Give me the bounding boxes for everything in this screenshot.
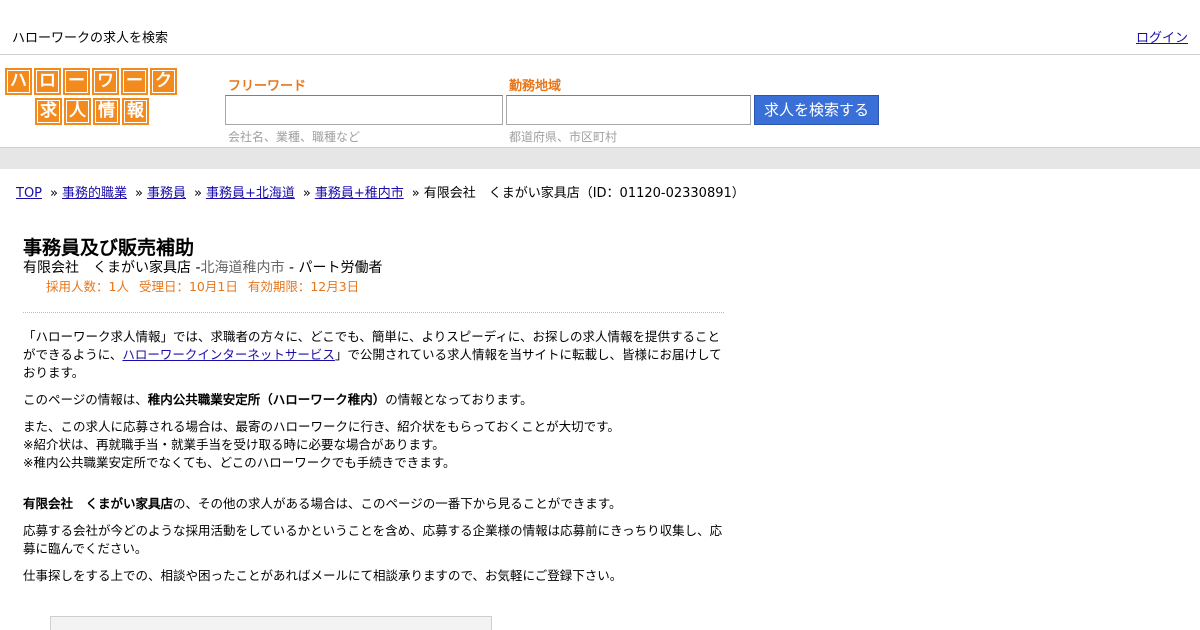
logo-tile: 求: [35, 98, 62, 125]
logo-tile: 人: [64, 98, 91, 125]
job-description: 「ハローワーク求人情報」では、求職者の方々に、どこでも、簡単に、よりスピーディに…: [23, 328, 723, 594]
site-tagline: ハローワークの求人を検索: [12, 31, 169, 46]
office-name: 稚内公共職業安定所（ハローワーク稚内）: [147, 392, 386, 407]
site-logo[interactable]: ハ ロ ー ワ ー ク 求 人 情 報: [5, 68, 181, 126]
header-divider-bar: [0, 147, 1200, 169]
employment-type: パート労働者: [298, 260, 383, 276]
details-table-box: [50, 616, 492, 630]
area-input[interactable]: [506, 95, 751, 125]
hire-count: 採用人数：1人: [46, 279, 129, 294]
top-bar: ハローワークの求人を検索 ログイン: [0, 0, 1200, 55]
breadcrumb-separator: »: [411, 186, 420, 201]
breadcrumb-link-city[interactable]: 事務員+稚内市: [315, 186, 404, 201]
logo-row-bottom: 求 人 情 報: [35, 98, 149, 125]
intro-paragraph: 「ハローワーク求人情報」では、求職者の方々に、どこでも、簡単に、よりスピーディに…: [23, 328, 723, 382]
job-location: 北海道稚内市: [200, 260, 285, 276]
breadcrumb-link-category[interactable]: 事務的職業: [62, 186, 127, 201]
job-subtitle: 有限会社 くまがい家具店 -北海道稚内市 - パート労働者: [23, 260, 383, 276]
area-label: 勤務地域: [509, 79, 562, 94]
logo-row-top: ハ ロ ー ワ ー ク: [5, 68, 177, 95]
content-divider: [23, 312, 724, 313]
breadcrumb-separator: »: [50, 186, 58, 201]
referral-note-1: ※紹介状は、再就職手当・就業手当を受け取る時に必要な場合があります。: [23, 437, 445, 452]
office-paragraph: このページの情報は、稚内公共職業安定所（ハローワーク稚内）の情報となっております…: [23, 391, 723, 409]
area-hint: 都道府県、市区町村: [509, 130, 618, 144]
breadcrumb-separator: »: [193, 186, 202, 201]
logo-tile: 情: [93, 98, 120, 125]
expiry-date: 有効期限：12月3日: [247, 279, 360, 294]
header: ハ ロ ー ワ ー ク 求 人 情 報 フリーワード 会社名、業種、職種など 勤…: [0, 55, 1200, 147]
breadcrumb-current: 有限会社 くまがい家具店（ID：01120-02330891）: [423, 186, 745, 201]
logo-tile: ワ: [92, 68, 119, 95]
breadcrumb-link-top[interactable]: TOP: [16, 186, 42, 201]
referral-text: また、この求人に応募される場合は、最寄のハローワークに行き、紹介状をもらっておく…: [23, 419, 620, 434]
referral-note-2: ※稚内公共職業安定所でなくても、どこのハローワークでも手続きできます。: [23, 455, 456, 470]
office-text: このページの情報は、: [23, 392, 148, 407]
other-jobs-paragraph: 有限会社 くまがい家具店の、その他の求人がある場合は、このページの一番下から見る…: [23, 495, 723, 513]
company-name: 有限会社 くまがい家具店: [23, 260, 191, 276]
breadcrumb-link-occupation[interactable]: 事務員: [147, 186, 186, 201]
office-text-end: の情報となっております。: [385, 392, 533, 407]
freeword-input[interactable]: [225, 95, 503, 125]
company-name-bold: 有限会社 くまがい家具店: [23, 496, 174, 511]
search-button[interactable]: 求人を検索する: [754, 95, 879, 125]
received-date: 受理日：10月1日: [138, 279, 238, 294]
research-paragraph: 応募する会社が今どのような採用活動をしているかということを含め、応募する企業様の…: [23, 523, 723, 556]
hellowork-internet-service-link[interactable]: ハローワークインターネットサービス: [122, 347, 335, 362]
job-meta: 採用人数：1人 受理日：10月1日 有効期限：12月3日: [46, 276, 369, 295]
other-jobs-text: の、その他の求人がある場合は、このページの一番下から見ることができます。: [173, 496, 622, 511]
job-title: 事務員及び販売補助: [23, 237, 195, 259]
logo-tile: ク: [150, 68, 177, 95]
freeword-hint: 会社名、業種、職種など: [228, 130, 361, 144]
breadcrumb-separator: »: [302, 186, 311, 201]
referral-paragraph: また、この求人に応募される場合は、最寄のハローワークに行き、紹介状をもらっておく…: [23, 418, 723, 472]
consult-paragraph: 仕事探しをする上での、相談や困ったことがあればメールにて相談承りますので、お気軽…: [23, 568, 623, 583]
logo-tile: 報: [122, 98, 149, 125]
freeword-label: フリーワード: [228, 79, 307, 94]
breadcrumb-link-prefecture[interactable]: 事務員+北海道: [206, 186, 295, 201]
login-link[interactable]: ログイン: [1136, 27, 1188, 46]
breadcrumb-separator: »: [135, 186, 143, 201]
logo-tile: ー: [63, 68, 90, 95]
logo-tile: ハ: [5, 68, 32, 95]
breadcrumb: TOP» 事務的職業» 事務員» 事務員+北海道» 事務員+稚内市» 有限会社 くまがい家…: [16, 182, 745, 201]
logo-tile: ロ: [34, 68, 61, 95]
logo-tile: ー: [121, 68, 148, 95]
